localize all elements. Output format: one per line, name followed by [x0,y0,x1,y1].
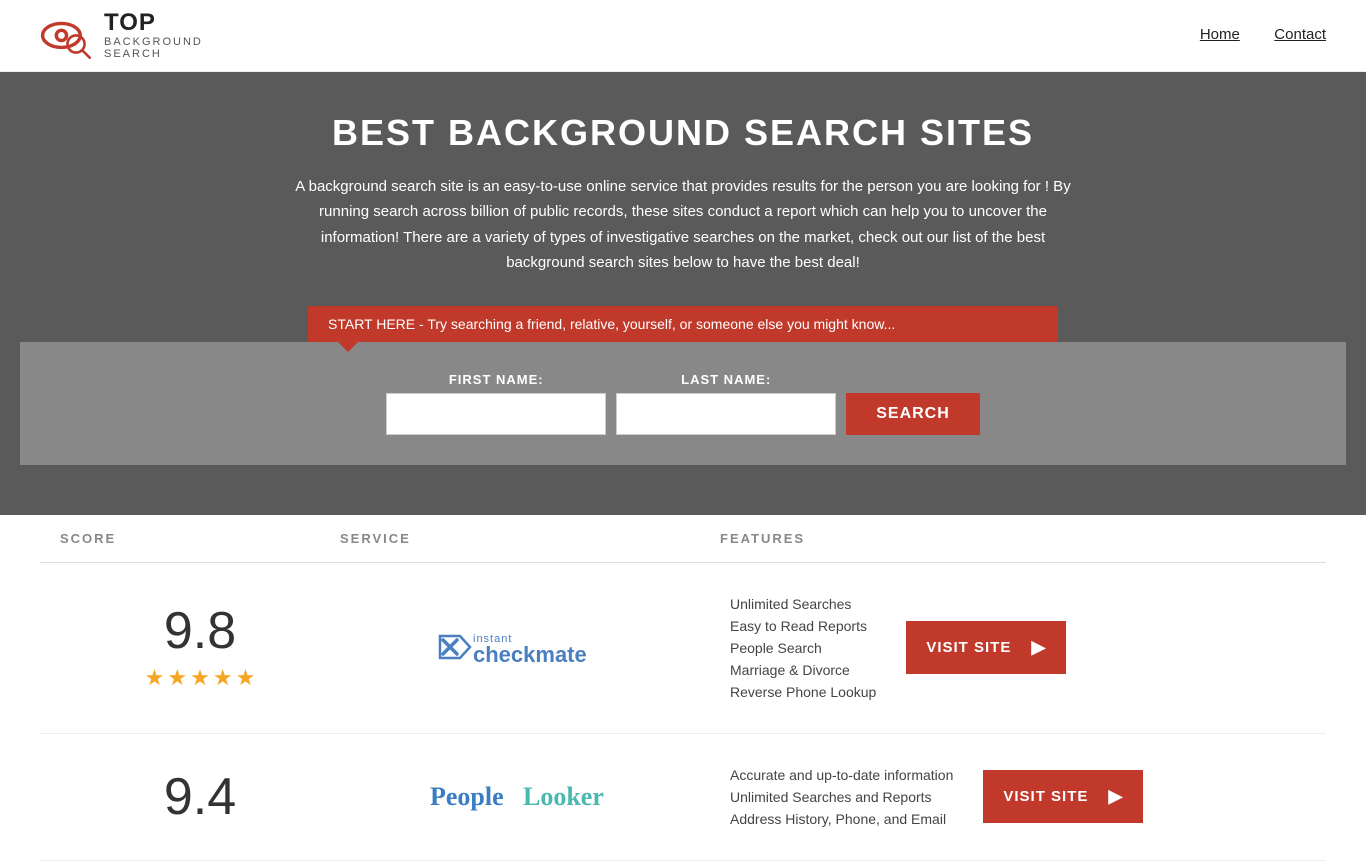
nav-home[interactable]: Home [1200,26,1240,43]
score-cell-2: 9.4 [60,771,340,823]
search-form: FIRST NAME: LAST NAME: SEARCH [283,372,1083,435]
features-cell-2: Accurate and up-to-date information Unli… [720,764,953,830]
page-title: BEST BACKGROUND SEARCH SITES [20,112,1346,154]
table-row: 9.8 ★ ★ ★ ★ ★ instan [40,563,1326,734]
checkmate-logo: instant checkmate [435,620,625,675]
list-item: Unlimited Searches and Reports [730,786,953,808]
peoplelooker-logo-svg: People Looker [430,769,630,819]
site-header: TOP BACKGROUNDSEARCH Home Contact [0,0,1366,72]
action-cell-1: VISIT SITE ▶ [906,621,1076,674]
list-item: Address History, Phone, and Email [730,808,953,830]
results-area: SCORE SERVICE FEATURES 9.8 ★ ★ ★ ★ ★ [0,515,1366,861]
list-item: Unlimited Searches [730,593,876,615]
first-name-input[interactable] [386,393,606,435]
table-header: SCORE SERVICE FEATURES [40,515,1326,563]
checkmate-logo-svg: instant checkmate [435,620,625,675]
list-item: Reverse Phone Lookup [730,681,876,703]
score-value-1: 9.8 [164,605,236,657]
logo-sub-text: BACKGROUNDSEARCH [104,36,203,60]
logo-top-text: TOP [104,10,203,36]
features-list-1: Unlimited Searches Easy to Read Reports … [730,593,876,703]
service-cell-1: instant checkmate [340,620,720,675]
col-score: SCORE [60,531,340,546]
list-item: Accurate and up-to-date information [730,764,953,786]
nav-contact[interactable]: Contact [1274,26,1326,43]
peoplelooker-logo: People Looker [430,769,630,824]
search-callout: START HERE - Try searching a friend, rel… [308,306,1058,342]
main-nav: Home Contact [1170,26,1326,44]
col-service: SERVICE [340,531,720,546]
list-item: Easy to Read Reports [730,615,876,637]
hero-section: BEST BACKGROUND SEARCH SITES A backgroun… [0,72,1366,515]
arrow-icon-1: ▶ [1031,637,1046,658]
svg-text:People: People [430,782,504,811]
list-item: Marriage & Divorce [730,659,876,681]
stars-1: ★ ★ ★ ★ ★ [145,665,256,691]
last-name-input[interactable] [616,393,836,435]
hero-description: A background search site is an easy-to-u… [283,174,1083,276]
features-cell-1: Unlimited Searches Easy to Read Reports … [720,593,876,703]
visit-site-button-1[interactable]: VISIT SITE ▶ [906,621,1066,674]
table-row: 9.4 People Looker Accurate and up-to-dat… [40,734,1326,861]
logo: TOP BACKGROUNDSEARCH [40,10,203,61]
score-value-2: 9.4 [164,771,236,823]
search-form-area: FIRST NAME: LAST NAME: SEARCH [20,342,1346,465]
service-cell-2: People Looker [340,769,720,824]
col-features: FEATURES [720,531,1306,546]
features-action-2: Accurate and up-to-date information Unli… [720,764,1306,830]
logo-text: TOP BACKGROUNDSEARCH [104,10,203,61]
logo-icon [40,10,100,60]
first-name-group: FIRST NAME: [386,372,606,435]
svg-text:Looker: Looker [523,782,604,811]
score-cell-1: 9.8 ★ ★ ★ ★ ★ [60,605,340,691]
features-action-1: Unlimited Searches Easy to Read Reports … [720,593,1306,703]
list-item: People Search [730,637,876,659]
last-name-label: LAST NAME: [616,372,836,387]
last-name-group: LAST NAME: [616,372,836,435]
svg-text:checkmate: checkmate [473,642,587,667]
features-list-2: Accurate and up-to-date information Unli… [730,764,953,830]
arrow-icon-2: ▶ [1109,786,1124,807]
first-name-label: FIRST NAME: [386,372,606,387]
action-cell-2: VISIT SITE ▶ [983,770,1153,823]
search-button[interactable]: SEARCH [846,393,980,435]
visit-site-button-2[interactable]: VISIT SITE ▶ [983,770,1143,823]
